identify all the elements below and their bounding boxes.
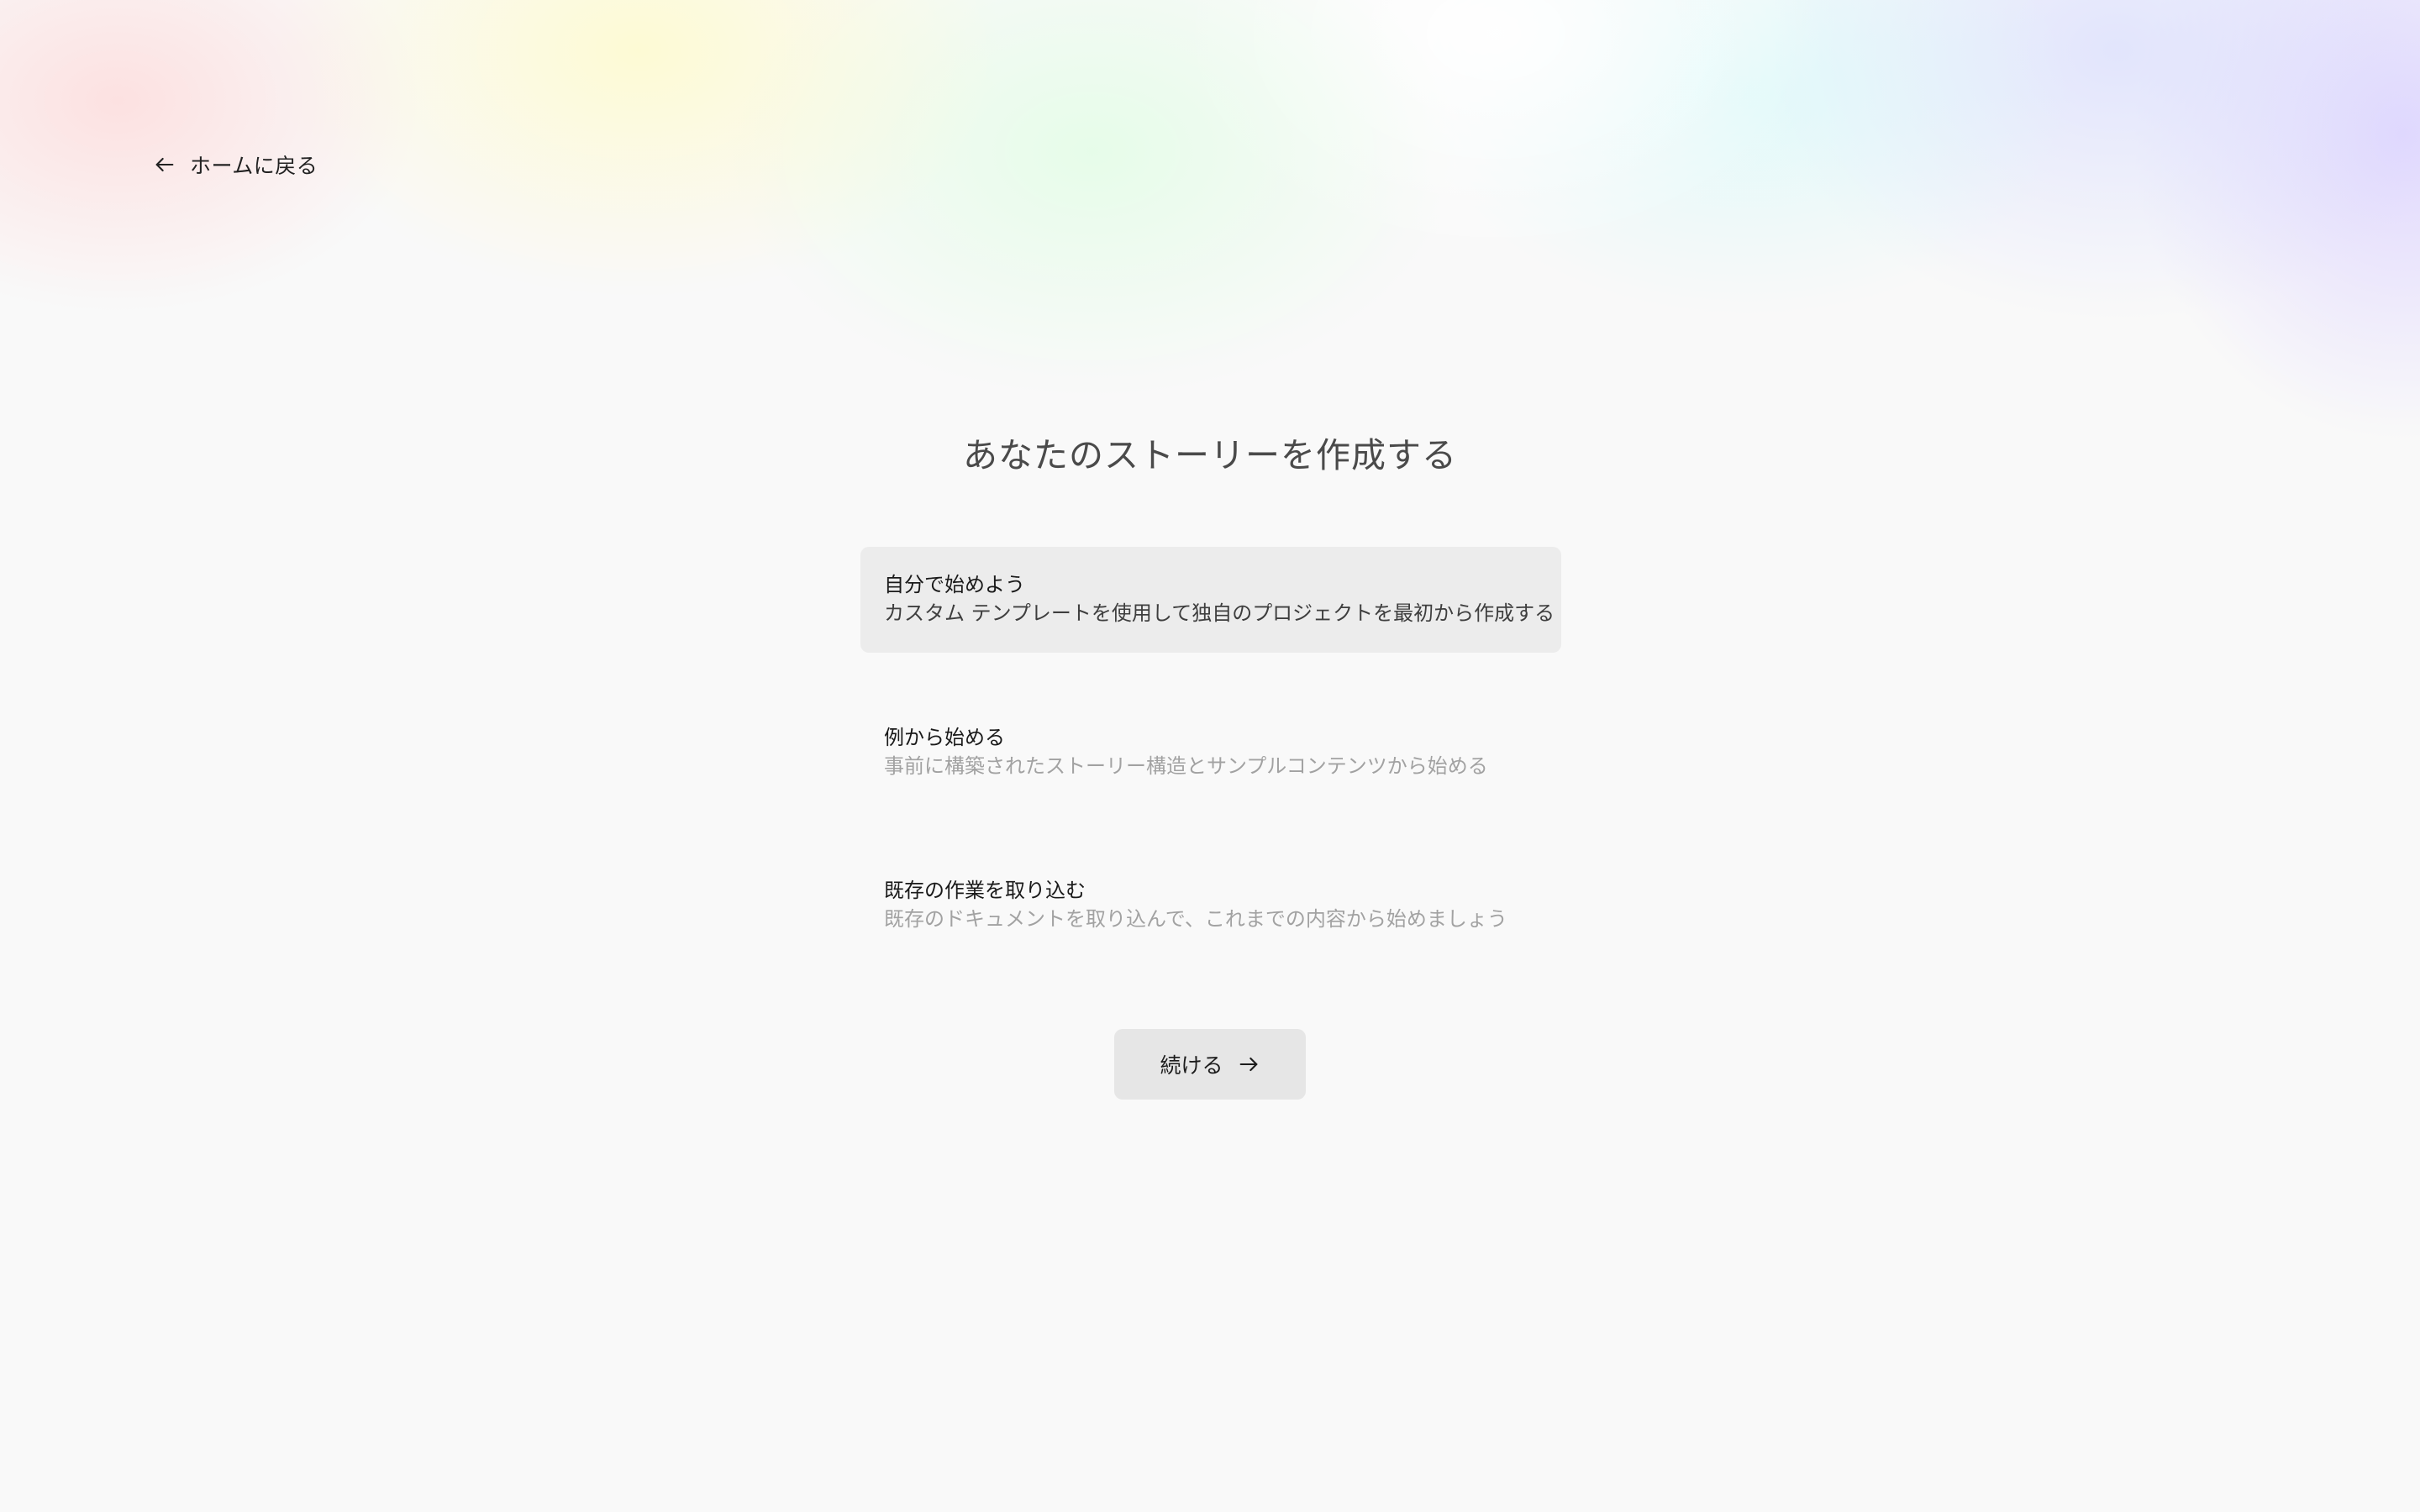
continue-button-label: 続ける	[1160, 1053, 1223, 1078]
option-description: 事前に構築されたストーリー構造とサンプルコンテンツから始める	[884, 754, 1488, 778]
option-title: 例から始める	[884, 726, 1005, 749]
option-start-from-scratch[interactable]: 自分で始めよう カスタム テンプレートを使用して独自のプロジェクトを最初から作成…	[860, 547, 1561, 653]
option-title: 既存の作業を取り込む	[884, 879, 1086, 902]
start-options-list: 自分で始めよう カスタム テンプレートを使用して独自のプロジェクトを最初から作成…	[860, 547, 1561, 1005]
option-title: 自分で始めよう	[884, 573, 1025, 596]
page-title: あなたのストーリーを作成する	[963, 435, 1457, 475]
back-to-home-link[interactable]: ホームに戻る	[153, 148, 318, 181]
option-start-from-example[interactable]: 例から始める 事前に構築されたストーリー構造とサンプルコンテンツから始める	[860, 700, 1561, 806]
option-import-existing-work[interactable]: 既存の作業を取り込む 既存のドキュメントを取り込んで、これまでの内容から始めまし…	[860, 853, 1561, 958]
arrow-left-icon	[153, 153, 176, 176]
continue-button[interactable]: 続ける	[1114, 1029, 1306, 1100]
back-link-label: ホームに戻る	[190, 154, 318, 178]
arrow-right-icon	[1237, 1053, 1260, 1076]
option-description: カスタム テンプレートを使用して独自のプロジェクトを最初から作成する	[884, 601, 1555, 625]
option-description: 既存のドキュメントを取り込んで、これまでの内容から始めましょう	[884, 907, 1507, 931]
